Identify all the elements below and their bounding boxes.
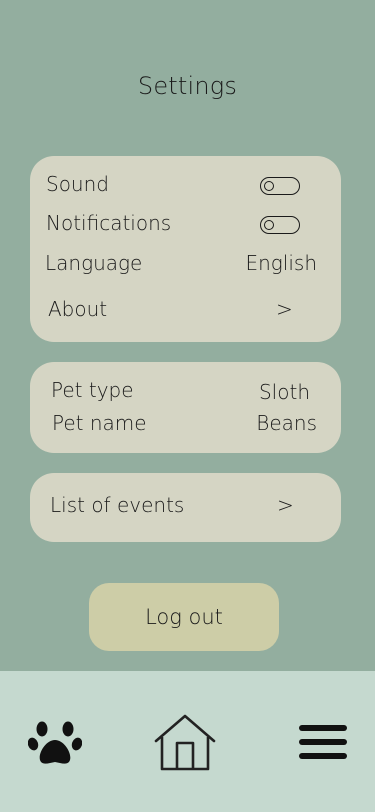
sound-toggle[interactable] [260, 177, 300, 195]
menu-icon[interactable] [299, 724, 347, 760]
home-icon[interactable] [154, 713, 216, 771]
chevron-right-icon: > [277, 493, 294, 517]
pet-type-value[interactable]: Sloth [259, 380, 310, 404]
sound-label: Sound [46, 172, 109, 196]
paw-icon[interactable] [27, 715, 83, 767]
pet-settings-card: Pet type Sloth Pet name Beans [30, 362, 341, 453]
pet-name-value[interactable]: Beans [256, 411, 317, 435]
about-row[interactable]: About > [30, 284, 341, 340]
sound-toggle-knob [264, 180, 274, 191]
log-out-button[interactable]: Log out [89, 583, 279, 651]
chevron-right-icon: > [276, 297, 293, 321]
language-label: Language [45, 251, 143, 275]
bottom-nav [0, 671, 375, 812]
list-of-events-row[interactable]: List of events > [30, 473, 341, 542]
notifications-toggle[interactable] [260, 216, 300, 234]
notifications-toggle-knob [264, 219, 274, 230]
page-title: Settings [137, 72, 238, 100]
general-settings-card: Sound Notifications Language English Abo… [30, 156, 341, 342]
about-label: About [48, 297, 108, 321]
list-of-events-label: List of events [50, 493, 185, 517]
language-select[interactable]: English [245, 251, 317, 275]
pet-name-label: Pet name [52, 411, 147, 435]
pet-type-label: Pet type [51, 378, 134, 402]
notifications-label: Notifications [46, 211, 172, 235]
